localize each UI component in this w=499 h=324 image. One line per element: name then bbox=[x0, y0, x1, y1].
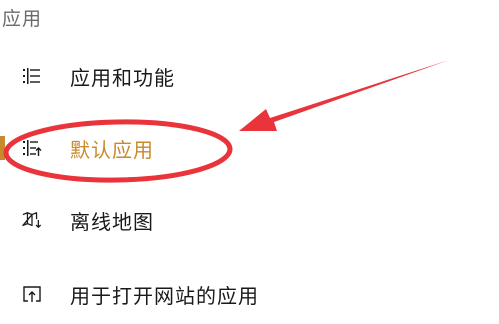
nav-item-apps-features[interactable]: 应用和功能 bbox=[0, 56, 330, 96]
nav-item-label: 离线地图 bbox=[70, 209, 154, 234]
nav-item-default-apps[interactable]: 默认应用 bbox=[0, 128, 330, 168]
nav-item-offline-maps[interactable]: 离线地图 bbox=[0, 200, 330, 240]
list-icon bbox=[22, 66, 42, 86]
default-apps-icon bbox=[22, 138, 42, 158]
nav-item-label: 用于打开网站的应用 bbox=[70, 283, 259, 308]
nav-item-apps-for-websites[interactable]: 用于打开网站的应用 bbox=[0, 274, 330, 314]
offline-map-icon bbox=[22, 210, 42, 230]
nav-item-label: 默认应用 bbox=[70, 137, 154, 162]
nav-item-label: 应用和功能 bbox=[70, 65, 175, 90]
selected-indicator bbox=[0, 136, 5, 160]
open-website-icon bbox=[22, 284, 42, 304]
section-title: 应用 bbox=[2, 8, 43, 30]
settings-apps-panel: 应用 应用和功能 默认应用 离线地图 用于打开网站的应用 bbox=[0, 0, 499, 324]
